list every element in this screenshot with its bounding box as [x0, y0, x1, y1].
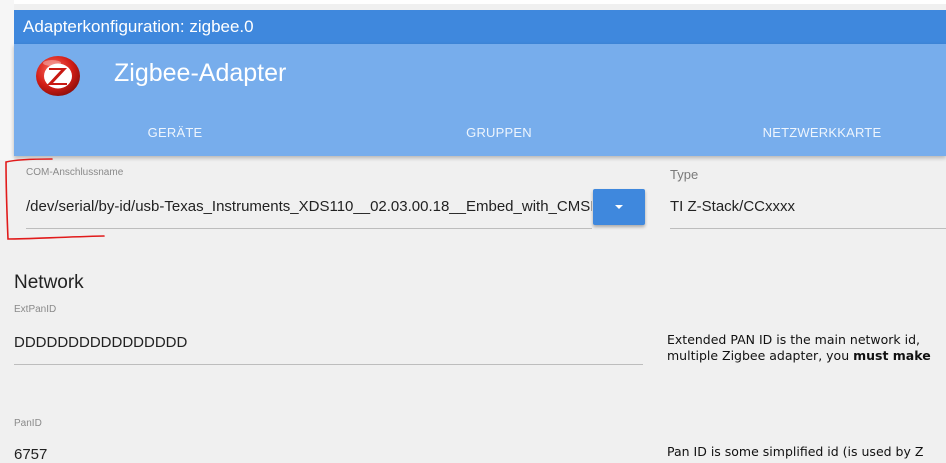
tab-gruppen[interactable]: GRUPPEN — [466, 125, 532, 140]
red-annotation-mark — [5, 158, 105, 240]
tab-netzwerkkarte[interactable]: NETZWERKKARTE — [763, 125, 882, 140]
zigbee-logo-icon — [36, 56, 80, 96]
extpanid-description-line2: multiple Zigbee adapter, you must make — [667, 347, 931, 364]
app-name: Zigbee-Adapter — [114, 59, 287, 87]
extpanid-underline — [14, 364, 643, 365]
network-section-title: Network — [14, 272, 84, 293]
caret-down-icon — [615, 205, 623, 209]
panid-description: Pan ID is some simplified id (is used by… — [667, 444, 924, 459]
top-border — [0, 0, 946, 4]
left-edge — [0, 0, 14, 160]
panid-label: PanID — [14, 418, 42, 429]
type-underline — [670, 228, 946, 229]
extpanid-description-line1: Extended PAN ID is the main network id, — [667, 332, 921, 347]
extpanid-description-bold: must make — [853, 348, 931, 363]
extpanid-label: ExtPanID — [14, 304, 57, 315]
panid-input[interactable]: 6757 — [14, 446, 47, 463]
type-select[interactable]: TI Z-Stack/CCxxxx — [670, 198, 795, 215]
app-header: Zigbee-Adapter GERÄTE GRUPPEN NETZWERKKA… — [14, 44, 946, 156]
type-label: Type — [670, 167, 699, 182]
com-port-dropdown-button[interactable] — [593, 189, 645, 225]
extpanid-input[interactable]: DDDDDDDDDDDDDDDD — [14, 334, 187, 351]
extpanid-description-text: multiple Zigbee adapter, you — [667, 348, 854, 363]
com-port-input[interactable]: /dev/serial/by-id/usb-Texas_Instruments_… — [26, 198, 592, 215]
window-title: Adapterkonfiguration: zigbee.0 — [14, 10, 946, 44]
com-port-underline — [26, 228, 592, 229]
tab-geraete[interactable]: GERÄTE — [148, 125, 203, 140]
